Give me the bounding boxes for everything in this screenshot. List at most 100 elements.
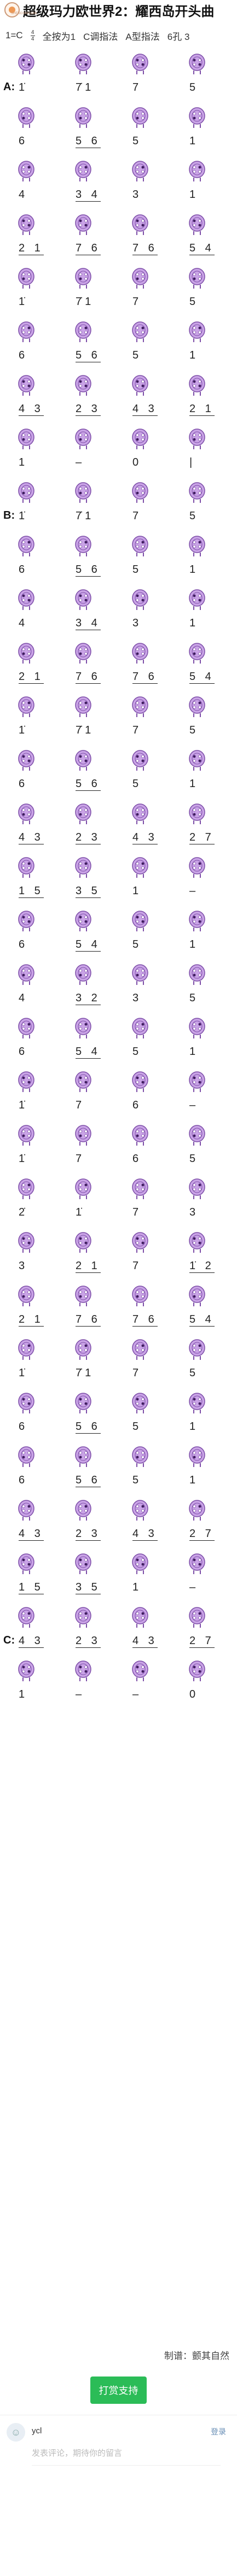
- score-note: 4: [19, 617, 28, 629]
- ocarina-fingering-icon: [132, 1660, 148, 1681]
- score-note: 1: [132, 1581, 142, 1593]
- fingering-note-c: A型指法: [125, 31, 160, 42]
- time-signature: 44: [30, 29, 35, 42]
- score-note: 2 1: [189, 403, 215, 416]
- ocarina-fingering-icon: [189, 643, 205, 664]
- tip-button[interactable]: 打赏支持: [90, 2377, 147, 2404]
- ocarina-fingering-icon: [75, 803, 91, 824]
- ocarina-fingering-icon: [18, 1660, 34, 1681]
- ocarina-fingering-icon: [189, 1286, 205, 1306]
- page-title: 超级玛力欧世界2：耀西岛开头曲: [23, 4, 215, 19]
- score-note: 0: [132, 456, 142, 468]
- ocarina-fingering-icon: [189, 107, 205, 128]
- score-note: 7 6: [132, 671, 158, 684]
- score-note: |: [189, 456, 196, 468]
- score-note: 5: [189, 296, 199, 308]
- ocarina-fingering-icon: [132, 54, 148, 74]
- score-note: 3: [189, 1206, 199, 1218]
- score-note: 7 6: [76, 1313, 101, 1327]
- score-note: 3: [132, 992, 142, 1004]
- score-note: 2 1: [19, 671, 44, 684]
- score-note: 7 6: [76, 242, 101, 255]
- score-note: 2 7: [189, 831, 215, 844]
- section-label: B:: [3, 509, 15, 521]
- ocarina-fingering-icon: [132, 429, 148, 449]
- ocarina-fingering-icon: [189, 1393, 205, 1413]
- fingering-note-b: C调指法: [83, 31, 118, 42]
- ocarina-fingering-icon: [18, 803, 34, 824]
- score-note: 1̇: [19, 1099, 28, 1111]
- score-note: 7: [132, 1206, 142, 1218]
- ocarina-fingering-icon: [75, 750, 91, 771]
- ocarina-fingering-icon: [189, 1446, 205, 1467]
- login-link[interactable]: 登录: [211, 2426, 226, 2437]
- ocarina-fingering-icon: [75, 54, 91, 74]
- ocarina-fingering-icon: [189, 1018, 205, 1038]
- score-note: 1 5: [19, 885, 44, 898]
- ocarina-fingering-icon: [132, 1018, 148, 1038]
- ocarina-fingering-icon: [18, 54, 34, 74]
- ocarina-fingering-icon: [189, 375, 205, 396]
- score-note: 5: [189, 992, 199, 1004]
- ocarina-fingering-icon: [132, 911, 148, 931]
- ocarina-fingering-icon: [18, 375, 34, 396]
- score-note: 1: [189, 349, 199, 361]
- ocarina-fingering-icon: [132, 1446, 148, 1467]
- score-note: 1: [189, 564, 199, 576]
- ocarina-fingering-icon: [75, 1018, 91, 1038]
- ocarina-fingering-icon: [132, 803, 148, 824]
- score-note: 7: [132, 1367, 142, 1379]
- ocarina-fingering-icon: [189, 1178, 205, 1199]
- ocarina-fingering-icon: [189, 1232, 205, 1253]
- ocarina-fingering-icon: [132, 750, 148, 771]
- ocarina-fingering-icon: [75, 1446, 91, 1467]
- ocarina-fingering-icon: [75, 1286, 91, 1306]
- ocarina-fingering-icon: [189, 1660, 205, 1681]
- score-note: 5: [132, 349, 142, 361]
- ocarina-fingering-icon: [189, 268, 205, 289]
- score-note: 6: [132, 1153, 142, 1165]
- score-note: 1̇: [19, 296, 28, 308]
- ocarina-fingering-icon: [189, 911, 205, 931]
- score-note: 1: [189, 189, 199, 201]
- score-note: 7: [132, 1260, 142, 1272]
- comment-user: ycl: [32, 2426, 42, 2436]
- ocarina-fingering-icon: [75, 321, 91, 342]
- score-note: 6: [19, 1421, 28, 1433]
- score-note: 1: [189, 1046, 199, 1058]
- comment-input[interactable]: 发表评论，期待你的留言: [32, 2447, 221, 2466]
- ocarina-fingering-icon: [132, 964, 148, 985]
- ocarina-fingering-icon: [189, 1071, 205, 1092]
- score-note: 5 6: [76, 349, 101, 362]
- score-note: 7 6: [132, 242, 158, 255]
- score-note: 4 3: [132, 403, 158, 416]
- ocarina-fingering-icon: [75, 1500, 91, 1521]
- score-note: 4 3: [132, 831, 158, 844]
- ocarina-fingering-icon: [18, 536, 34, 556]
- ocarina-fingering-icon: [132, 643, 148, 664]
- key-signature: 1=C: [5, 30, 23, 40]
- score-note: 5: [132, 135, 142, 147]
- ocarina-fingering-icon: [132, 1232, 148, 1253]
- score-note: 5: [132, 938, 142, 950]
- footer-area: [0, 2480, 237, 2576]
- score-note: 5 6: [76, 1421, 101, 1434]
- ocarina-fingering-icon: [189, 1125, 205, 1146]
- ocarina-fingering-icon: [189, 161, 205, 181]
- ocarina-fingering-icon: [132, 1500, 148, 1521]
- avatar: ☺: [7, 2423, 25, 2442]
- ocarina-fingering-icon: [75, 1125, 91, 1146]
- ocarina-fingering-icon: [132, 1553, 148, 1574]
- ocarina-fingering-icon: [75, 375, 91, 396]
- score-note: 6: [19, 1046, 28, 1058]
- score-note: –: [189, 1581, 199, 1593]
- ocarina-fingering-icon: [18, 429, 34, 449]
- score-meta: 1=C 44 全按为1 C调指法 A型指法 6孔 3: [0, 20, 237, 51]
- ocarina-fingering-icon: [189, 1607, 205, 1628]
- ocarina-fingering-icon: [189, 750, 205, 771]
- ocarina-fingering-icon: [189, 321, 205, 342]
- ocarina-fingering-icon: [18, 268, 34, 289]
- ocarina-fingering-icon: [18, 1232, 34, 1253]
- ocarina-fingering-icon: [132, 589, 148, 610]
- score-note: 2 3: [76, 403, 101, 416]
